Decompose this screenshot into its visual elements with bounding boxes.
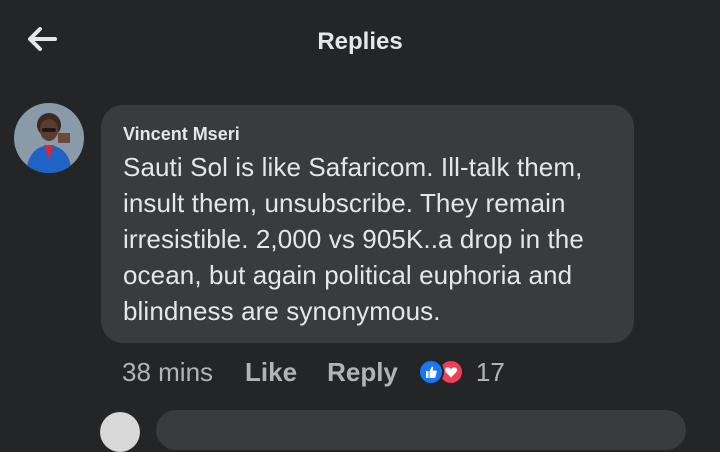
- like-reaction-icon: [417, 359, 444, 385]
- reply-button[interactable]: Reply: [327, 357, 398, 388]
- arrow-left-icon: [28, 27, 57, 51]
- comment-bubble: Vincent Mseri Sauti Sol is like Safarico…: [101, 105, 634, 343]
- comment-text: Sauti Sol is like Safaricom. Ill-talk th…: [123, 149, 612, 329]
- reaction-count: 17: [475, 356, 505, 387]
- like-button[interactable]: Like: [245, 357, 297, 388]
- comment-line: ocean, but again political euphoria and: [123, 260, 573, 290]
- comment-line: Sauti Sol is like Safaricom. Ill-talk th…: [123, 152, 583, 182]
- avatar[interactable]: [100, 412, 140, 452]
- comment-actions: 38 mins Like Reply 17: [122, 352, 505, 392]
- next-comment-row: [0, 408, 720, 452]
- avatar[interactable]: [14, 103, 84, 173]
- comment-line: irresistible. 2,000 vs 905K..a drop in t…: [123, 224, 584, 254]
- back-button[interactable]: [22, 22, 62, 56]
- page-title: Replies: [317, 28, 403, 55]
- comment-line: blindness are synonymous.: [123, 296, 441, 326]
- comment-line: insult them, unsubscribe. They remain: [123, 188, 566, 218]
- comment-author[interactable]: Vincent Mseri: [123, 123, 612, 145]
- top-bar: Replies: [0, 0, 720, 84]
- comment-timestamp: 38 mins: [122, 356, 214, 387]
- reactions-summary[interactable]: 17: [417, 356, 505, 388]
- profile-photo: [14, 103, 84, 173]
- comment-bubble: [156, 410, 686, 450]
